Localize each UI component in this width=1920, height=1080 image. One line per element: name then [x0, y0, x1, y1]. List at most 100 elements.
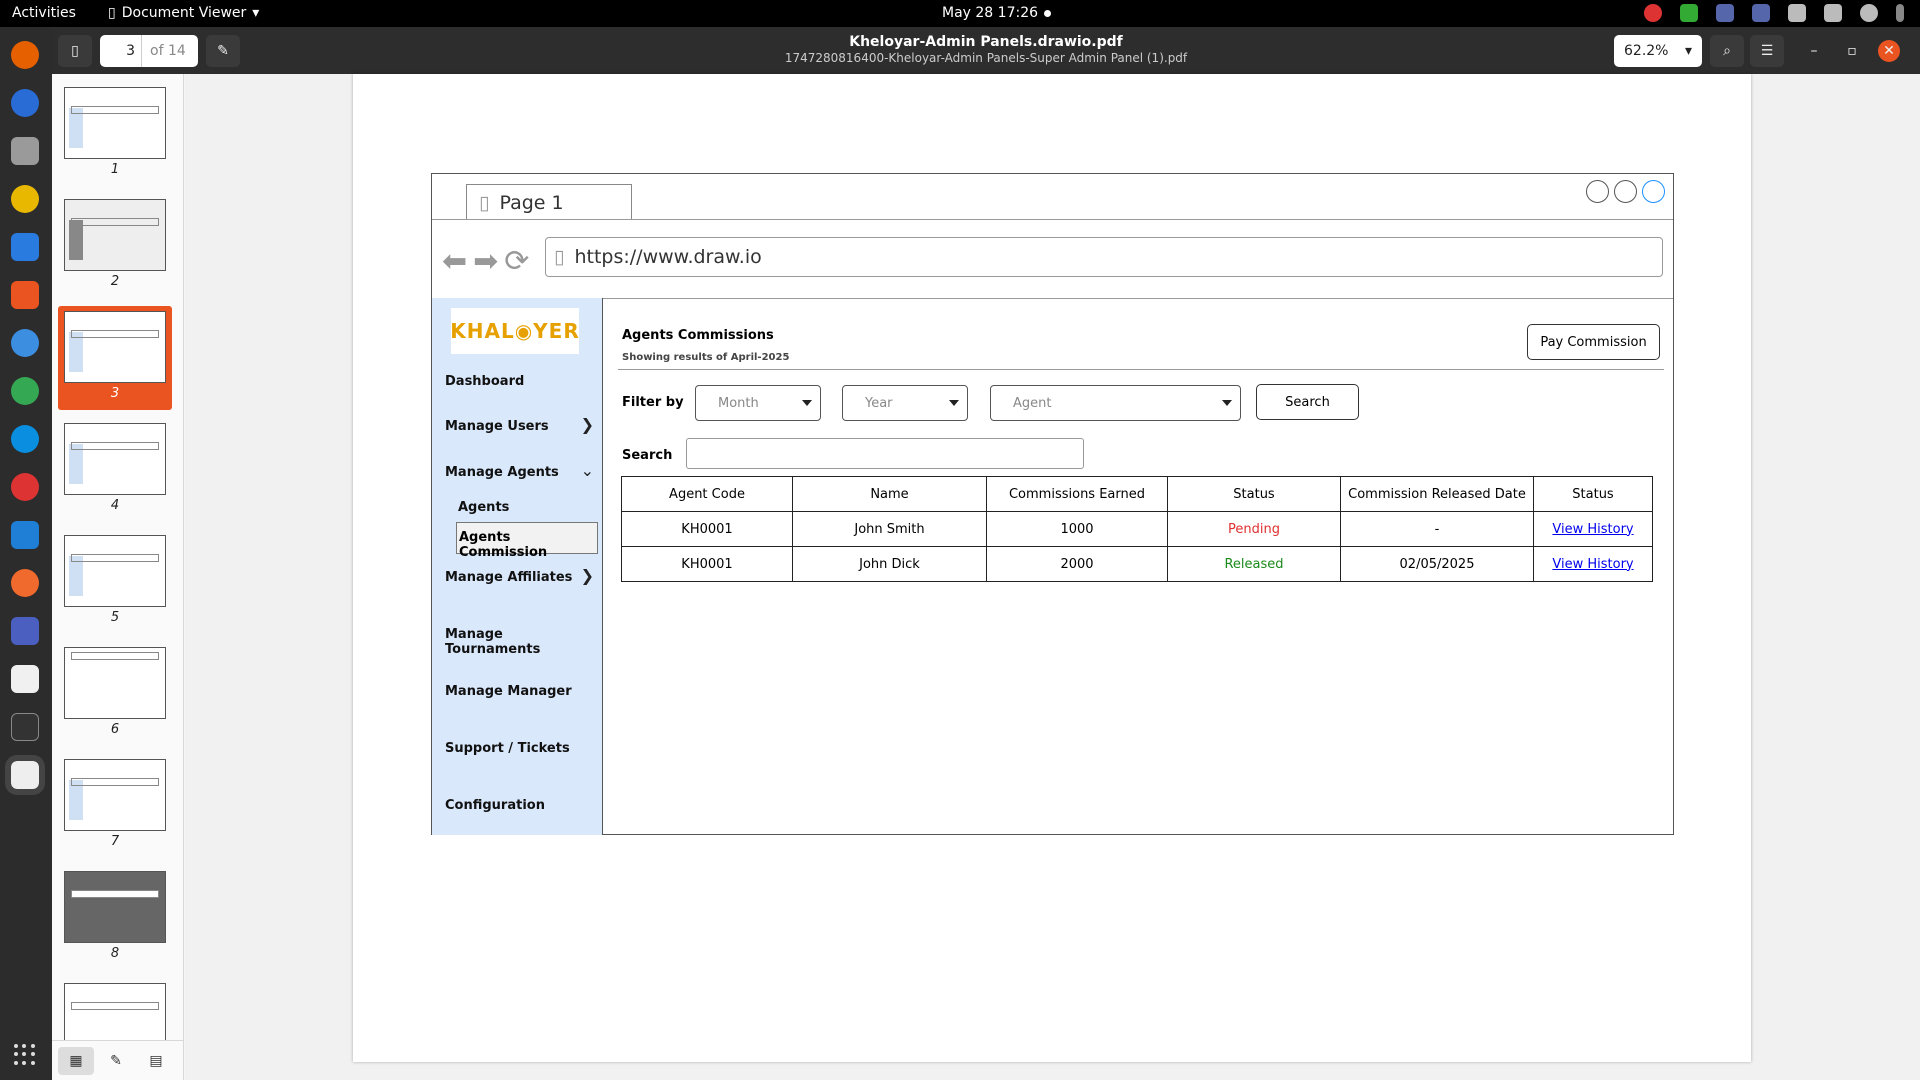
col-released-date: Commission Released Date: [1340, 476, 1534, 512]
minimize-button[interactable]: –: [1800, 35, 1828, 67]
thumbnail-sidebar: 1 2 3 4 5 6 7 8 ▦ ✎ ▤: [52, 74, 184, 1080]
page-thumbnail-7[interactable]: [64, 759, 166, 831]
firefox-icon[interactable]: [11, 41, 39, 69]
maximize-button[interactable]: ▫: [1838, 35, 1866, 67]
nav-manage-manager: Manage Manager: [445, 684, 572, 699]
title-divider: [618, 369, 1664, 370]
search-button[interactable]: ⌕: [1710, 35, 1744, 67]
translate-icon-2[interactable]: [1752, 4, 1770, 22]
top-bar: Activities ▯ Document Viewer ▾ May 28 17…: [0, 0, 1920, 27]
system-tray[interactable]: [1644, 4, 1904, 22]
nav-arrows: ⬅ ➡ ⟳: [442, 244, 529, 279]
chevron-right-icon: ❯: [580, 415, 594, 434]
page-thumbnail-1[interactable]: [64, 87, 166, 159]
month-select-value: Month: [718, 395, 759, 411]
teams-icon[interactable]: [11, 617, 39, 645]
app-menu[interactable]: ▯ Document Viewer ▾: [108, 5, 259, 21]
page-thumbnail-2[interactable]: [64, 199, 166, 271]
chevron-right-icon: ❯: [580, 566, 594, 585]
table-row: KH0001 John Dick 2000 Released 02/05/202…: [621, 546, 1653, 582]
power-icon[interactable]: [1860, 4, 1878, 22]
notification-dot: [1044, 10, 1051, 17]
document-viewer-icon[interactable]: [5, 755, 45, 795]
translate-icon[interactable]: [1716, 4, 1734, 22]
header-bar: ▯ 3 of 14 ✎ Kheloyar-Admin Panels.drawio…: [52, 27, 1920, 74]
page-thumbnail-6[interactable]: [64, 647, 166, 719]
col-agent-code: Agent Code: [621, 476, 793, 512]
table-row: KH0001 John Smith 1000 Pending - View Hi…: [621, 511, 1653, 547]
vscode-icon[interactable]: [11, 521, 39, 549]
menu-button[interactable]: ☰: [1750, 35, 1784, 67]
chevron-down-icon: ▾: [1684, 43, 1692, 59]
cell-code: KH0001: [621, 511, 793, 547]
browser-tab: ▯ Page 1: [466, 184, 632, 220]
clock[interactable]: May 28 17:26: [942, 5, 1038, 21]
thumbnail-label-2: 2: [110, 274, 120, 289]
nav-manage-affiliates: Manage Affiliates: [445, 570, 573, 585]
forward-arrow-icon: ➡: [473, 244, 499, 279]
help-icon[interactable]: [11, 329, 39, 357]
document-area: ▯ Page 1 ⬅ ➡ ⟳ ▯ https://www.draw.io KHA…: [185, 74, 1920, 1080]
table-header-row: Agent Code Name Commissions Earned Statu…: [621, 476, 1653, 512]
chrome-icon[interactable]: [11, 377, 39, 405]
chevron-down-icon[interactable]: [1896, 4, 1904, 22]
url-bar: ▯ https://www.draw.io: [545, 237, 1663, 277]
thumbnail-label-6: 6: [110, 722, 120, 737]
page-thumbnail-8[interactable]: [64, 871, 166, 943]
show-apps-icon[interactable]: [14, 1044, 36, 1066]
nav-agents-commission: Agents Commission: [456, 522, 598, 560]
document-icon: ▯: [108, 5, 116, 21]
page-thumbnail-4[interactable]: [64, 423, 166, 495]
window-circle-1: [1586, 180, 1609, 203]
thumbnails-view-button[interactable]: ▦: [58, 1047, 94, 1075]
filter-label: Filter by: [622, 395, 684, 410]
writer-icon[interactable]: [11, 233, 39, 261]
bookmarks-view-button[interactable]: ▤: [138, 1047, 174, 1075]
page-thumbnail-3[interactable]: [64, 311, 166, 383]
thunderbird-icon[interactable]: [11, 89, 39, 117]
rhythmbox-icon[interactable]: [11, 185, 39, 213]
month-select: Month: [695, 385, 821, 421]
agent-select-value: Agent: [1013, 395, 1052, 411]
col-status: Status: [1167, 476, 1341, 512]
browser-mockup: ▯ Page 1 ⬅ ➡ ⟳ ▯ https://www.draw.io KHA…: [431, 173, 1674, 835]
zoom-select[interactable]: 62.2% ▾: [1614, 35, 1702, 67]
close-button[interactable]: ✕: [1878, 40, 1900, 62]
view-history-link: View History: [1552, 556, 1634, 572]
pay-commission-button: Pay Commission: [1527, 324, 1660, 360]
cell-name: John Dick: [792, 546, 987, 582]
software-icon[interactable]: [11, 281, 39, 309]
text-editor-icon[interactable]: [11, 665, 39, 693]
page-thumbnail-5[interactable]: [64, 535, 166, 607]
volume-icon[interactable]: [1824, 4, 1842, 22]
postman-icon[interactable]: [11, 569, 39, 597]
nav-configuration: Configuration: [445, 798, 545, 813]
network-icon[interactable]: [1788, 4, 1806, 22]
app-red-icon[interactable]: [11, 473, 39, 501]
thumbnail-label-1: 1: [110, 162, 120, 177]
nav-agents: Agents: [458, 500, 510, 515]
activities-button[interactable]: Activities: [12, 5, 76, 21]
cell-action: View History: [1533, 511, 1653, 547]
zoom-value: 62.2%: [1624, 43, 1669, 59]
col-name: Name: [792, 476, 987, 512]
record-icon[interactable]: [1644, 4, 1662, 22]
year-select-value: Year: [865, 395, 893, 411]
nav-manage-tournaments: Manage Tournaments: [445, 627, 541, 657]
cell-earned: 2000: [986, 546, 1168, 582]
page-icon: ▯: [554, 246, 565, 268]
cell-earned: 1000: [986, 511, 1168, 547]
skype-icon[interactable]: [11, 425, 39, 453]
back-arrow-icon: ⬅: [442, 244, 468, 279]
pdf-page: ▯ Page 1 ⬅ ➡ ⟳ ▯ https://www.draw.io KHA…: [353, 74, 1751, 1062]
cell-status: Released: [1167, 546, 1341, 582]
annotations-view-button[interactable]: ✎: [98, 1047, 134, 1075]
app-indicator-icon[interactable]: [1680, 4, 1698, 22]
terminal-icon[interactable]: [11, 713, 39, 741]
app-menu-label: Document Viewer: [121, 5, 247, 21]
cell-name: John Smith: [792, 511, 987, 547]
nav-manage-agents: Manage Agents: [445, 465, 559, 480]
thumbnail-label-4: 4: [110, 498, 120, 513]
files-icon[interactable]: [11, 137, 39, 165]
tab-divider: [432, 219, 1673, 220]
